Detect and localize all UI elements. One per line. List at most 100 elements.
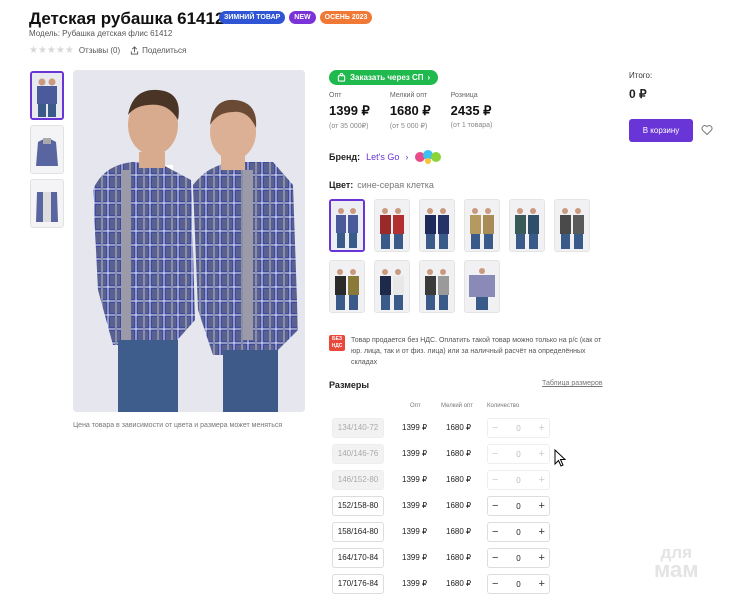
quantity-value: 0	[516, 423, 521, 433]
swatch-white-navy[interactable]	[374, 260, 410, 313]
thumbnail-1[interactable]	[30, 71, 64, 120]
brand-link[interactable]: Let's Go	[366, 152, 399, 162]
size-price-small: 1680 ₽	[446, 423, 472, 432]
size-row: 146/152-80 1399 ₽ 1680 ₽ − 0 +	[332, 470, 562, 490]
swatch-blue-grey-plaid[interactable]	[329, 199, 365, 252]
price-condition: (от 35 000₽)	[329, 123, 369, 130]
size-price-small: 1680 ₽	[446, 475, 472, 484]
plus-icon: +	[538, 447, 545, 460]
swatch-black-yellow-plaid[interactable]	[329, 260, 365, 313]
color-swatches	[329, 199, 599, 313]
size-chip[interactable]: 152/158-80	[332, 496, 384, 516]
size-price-opt: 1399 ₽	[402, 449, 428, 458]
quantity-stepper: − 0 +	[487, 418, 550, 438]
badge-autumn: ОСЕНЬ 2023	[319, 11, 373, 24]
size-price-opt: 1399 ₽	[402, 579, 428, 588]
size-price-opt: 1399 ₽	[402, 423, 428, 432]
mouse-cursor-icon	[554, 449, 566, 467]
quantity-value[interactable]: 0	[516, 580, 520, 589]
col-small-opt: Мелкий опт	[441, 403, 474, 409]
star-rating-icon: ★★★★★	[29, 45, 74, 56]
watermark-line2: мам	[654, 557, 699, 582]
brand-label: Бренд:	[329, 152, 361, 162]
quantity-value[interactable]: 0	[516, 502, 520, 511]
plus-icon[interactable]: +	[539, 500, 545, 512]
thumbnail-3[interactable]	[30, 179, 64, 228]
badge-new: NEW	[289, 11, 316, 24]
price-condition: (от 1 товара)	[450, 122, 493, 129]
size-price-small: 1680 ₽	[446, 501, 472, 510]
swatch-beige-plaid[interactable]	[464, 199, 500, 252]
brand-row: Бренд: Let's Go ›	[329, 148, 442, 166]
cart-icon	[337, 73, 346, 82]
image-caption: Цена товара в зависимости от цвета и раз…	[73, 422, 283, 429]
quantity-value[interactable]: 0	[516, 528, 520, 537]
size-row: 152/158-80 1399 ₽ 1680 ₽ − 0 +	[332, 496, 562, 516]
swatch-green-plaid[interactable]	[509, 199, 545, 252]
minus-icon: −	[492, 421, 499, 434]
add-to-cart-button[interactable]: В корзину	[629, 119, 693, 142]
quantity-value[interactable]: 0	[516, 554, 520, 563]
reviews-link[interactable]: Отзывы (0)	[79, 46, 120, 55]
chevron-right-icon: ›	[405, 152, 409, 162]
brand-logo[interactable]	[414, 148, 442, 166]
price-value: 1680 ₽	[389, 103, 431, 118]
quantity-stepper: − 0 +	[487, 470, 550, 490]
price-wholesale: Опт 1399 ₽ (от 35 000₽)	[329, 92, 370, 130]
plus-icon: +	[538, 421, 545, 434]
minus-icon[interactable]: −	[492, 578, 498, 590]
swatch-red-plaid[interactable]	[374, 199, 410, 252]
rating-bar: ★★★★★ Отзывы (0) Поделиться	[29, 45, 186, 56]
chevron-right-icon: ›	[427, 73, 431, 82]
size-price-small: 1680 ₽	[446, 527, 472, 536]
sizes-heading: Размеры	[329, 380, 370, 390]
heart-icon[interactable]	[701, 124, 713, 136]
size-row: 164/170-84 1399 ₽ 1680 ₽ − 0 +	[332, 548, 562, 568]
thumbnail-2[interactable]	[30, 125, 64, 174]
size-chip[interactable]: 164/170-84	[332, 548, 384, 568]
badge-group: ЗИМНИЙ ТОВАР NEW ОСЕНЬ 2023	[219, 11, 373, 24]
sp-label: Заказать через СП	[350, 73, 424, 82]
price-label: Розница	[450, 92, 478, 99]
total-value: 0 ₽	[629, 87, 647, 101]
size-table-link[interactable]: Таблица размеров	[542, 380, 603, 387]
model-text: Модель: Рубашка детская флис 61412	[29, 29, 173, 38]
share-label: Поделиться	[142, 46, 187, 55]
price-label: Опт	[329, 92, 342, 99]
share-button[interactable]: Поделиться	[130, 46, 186, 55]
quantity-stepper[interactable]: − 0 +	[487, 548, 550, 568]
swatch-lilac-plaid[interactable]	[464, 260, 500, 313]
size-price-small: 1680 ₽	[446, 449, 472, 458]
plus-icon[interactable]: +	[539, 526, 545, 538]
size-chip[interactable]: 170/176-84	[332, 574, 384, 594]
badge-winter: ЗИМНИЙ ТОВАР	[219, 11, 286, 24]
price-condition: (от 5 000 ₽)	[389, 123, 428, 130]
total-label: Итого:	[629, 71, 653, 80]
col-opt: Опт	[410, 403, 421, 409]
vat-notice: БЕЗ НДС Товар продается без НДС. Оплатить…	[329, 335, 609, 368]
thumbnail-list	[30, 71, 64, 228]
plus-icon: +	[538, 473, 545, 486]
swatch-navy-plaid[interactable]	[419, 199, 455, 252]
main-product-image[interactable]	[73, 70, 305, 412]
size-price-opt: 1399 ₽	[402, 475, 428, 484]
quantity-stepper[interactable]: − 0 +	[487, 574, 550, 594]
no-vat-badge: БЕЗ НДС	[329, 335, 345, 351]
minus-icon[interactable]: −	[492, 500, 498, 512]
quantity-stepper[interactable]: − 0 +	[487, 522, 550, 542]
minus-icon[interactable]: −	[492, 552, 498, 564]
plus-icon[interactable]: +	[539, 552, 545, 564]
quantity-stepper[interactable]: − 0 +	[487, 496, 550, 516]
order-via-sp-button[interactable]: Заказать через СП ›	[329, 70, 439, 85]
minus-icon: −	[492, 473, 499, 486]
price-small-wholesale: Мелкий опт 1680 ₽ (от 5 000 ₽)	[390, 92, 431, 130]
watermark: для мам	[654, 544, 699, 582]
price-block: Опт 1399 ₽ (от 35 000₽) Мелкий опт 1680 …	[329, 92, 492, 130]
color-row: Цвет: сине-серая клетка	[329, 180, 434, 190]
size-chip[interactable]: 158/164-80	[332, 522, 384, 542]
swatch-black-white-plaid[interactable]	[419, 260, 455, 313]
plus-icon[interactable]: +	[539, 578, 545, 590]
swatch-grey-plaid[interactable]	[554, 199, 590, 252]
minus-icon[interactable]: −	[492, 526, 498, 538]
minus-icon: −	[492, 447, 499, 460]
